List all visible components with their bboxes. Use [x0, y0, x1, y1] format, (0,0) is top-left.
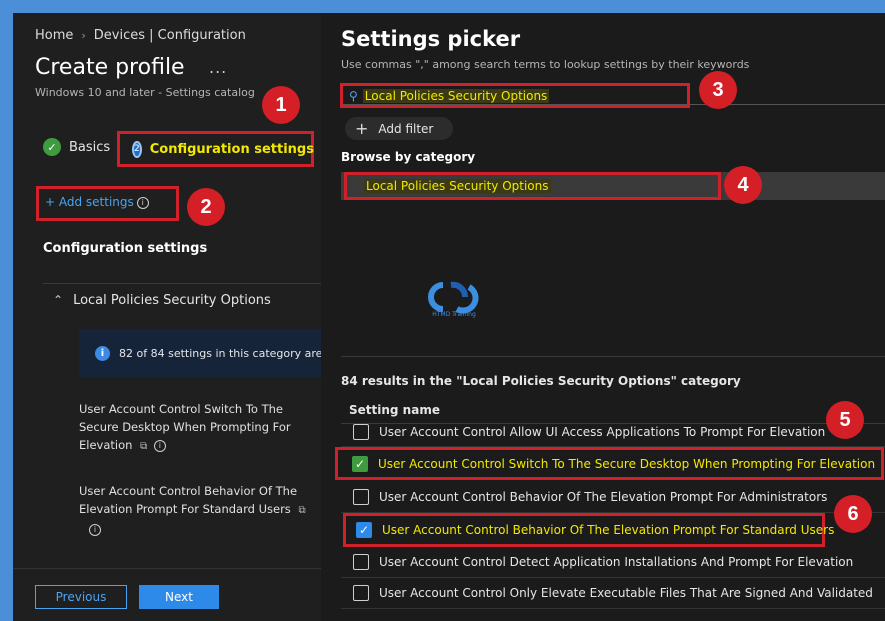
tab-basics[interactable]: ✓ Basics [43, 138, 110, 156]
breadcrumb: Home › Devices | Configuration [35, 28, 246, 43]
category-item-label: Local Policies Security Options [364, 179, 551, 193]
category-item-local-policies-security-options[interactable]: Local Policies Security Options [344, 172, 721, 200]
category-accordion[interactable]: ⌃ Local Policies Security Options [53, 293, 271, 308]
tab-configuration-settings[interactable]: 2 Configuration settings [117, 131, 314, 167]
search-input-value: Local Policies Security Options [362, 88, 550, 103]
configured-setting-label: User Account Control Behavior Of The Ele… [79, 484, 298, 516]
page-subtitle: Windows 10 and later - Settings catalog [35, 86, 255, 99]
setting-row[interactable]: User Account Control Allow UI Access App… [341, 417, 885, 447]
setting-row-label: User Account Control Behavior Of The Ele… [382, 523, 835, 537]
configured-setting-label: User Account Control Switch To The Secur… [79, 402, 291, 452]
configured-setting-item: User Account Control Switch To The Secur… [79, 400, 314, 456]
next-button[interactable]: Next [139, 585, 219, 609]
settings-picker-description: Use commas "," among search terms to loo… [341, 58, 750, 71]
setting-row-label: User Account Control Switch To The Secur… [378, 456, 876, 471]
checkbox-checked-icon[interactable]: ✓ [352, 455, 368, 472]
chevron-right-icon: › [81, 29, 86, 42]
add-filter-label: Add filter [378, 121, 434, 136]
divider [43, 283, 321, 284]
breadcrumb-devices-configuration[interactable]: Devices | Configuration [94, 28, 246, 43]
category-accordion-label: Local Policies Security Options [73, 293, 271, 308]
setting-row[interactable]: User Account Control Only Elevate Execut… [341, 578, 885, 609]
checkbox-unchecked-icon[interactable] [353, 585, 369, 601]
setting-row-label: User Account Control Detect Application … [379, 555, 854, 569]
checkbox-unchecked-icon[interactable] [353, 423, 369, 440]
annotation-badge-2: 2 [187, 188, 225, 226]
add-filter-button[interactable]: + Add filter [345, 117, 453, 140]
previous-button[interactable]: Previous [35, 585, 127, 609]
search-input[interactable]: ⚲ Local Policies Security Options [340, 83, 690, 108]
info-message-text: 82 of 84 settings in this category are n… [119, 346, 321, 360]
browse-by-category-label: Browse by category [341, 150, 476, 164]
annotation-badge-1: 1 [262, 86, 300, 124]
checkbox-checked-icon[interactable]: ✓ [356, 522, 372, 538]
setting-row[interactable]: ✓ User Account Control Behavior Of The E… [343, 513, 834, 547]
plus-icon: + [355, 118, 369, 138]
page-title: Create profile [35, 55, 185, 80]
configured-setting-item: User Account Control Behavior Of The Ele… [79, 482, 314, 538]
info-icon[interactable]: i [136, 196, 149, 209]
step-number-icon: 2 [132, 140, 142, 158]
setting-row[interactable]: ✓ User Account Control Switch To The Sec… [335, 447, 884, 480]
annotation-badge-3: 3 [699, 71, 737, 109]
annotation-badge-6: 6 [834, 495, 872, 533]
annotation-badge-4: 4 [724, 166, 762, 204]
setting-row-label: User Account Control Behavior Of The Ele… [379, 490, 828, 504]
column-header-setting-name[interactable]: Setting name [349, 403, 440, 417]
settings-picker-title: Settings picker [341, 27, 521, 51]
divider [341, 356, 885, 357]
copy-icon[interactable]: ⧉ [298, 502, 305, 520]
search-icon: ⚲ [349, 88, 358, 103]
tab-configuration-settings-label: Configuration settings [149, 141, 314, 157]
info-icon[interactable]: i [153, 439, 166, 452]
more-options-icon[interactable]: ... [209, 58, 227, 77]
setting-row-label: User Account Control Only Elevate Execut… [379, 586, 873, 600]
info-icon[interactable]: i [89, 523, 101, 536]
checkbox-unchecked-icon[interactable] [353, 554, 369, 570]
logo-caption: HTMD Training [432, 311, 476, 318]
copy-icon[interactable]: ⧉ [140, 438, 147, 456]
setting-row[interactable]: User Account Control Behavior Of The Ele… [341, 482, 885, 513]
breadcrumb-home[interactable]: Home [35, 28, 73, 43]
configuration-settings-heading: Configuration settings [43, 241, 208, 256]
divider [13, 568, 321, 569]
add-settings-link[interactable]: + Add settings i [36, 186, 179, 221]
results-count-label: 84 results in the "Local Policies Securi… [341, 374, 741, 388]
setting-row-label: User Account Control Allow UI Access App… [379, 424, 826, 439]
window: Home › Devices | Configuration Create prof… [13, 13, 885, 621]
info-circle-icon: i [95, 345, 110, 361]
setting-row[interactable]: User Account Control Detect Application … [341, 547, 885, 578]
chevron-up-icon: ⌃ [53, 293, 64, 307]
checkbox-unchecked-icon[interactable] [353, 489, 369, 505]
tab-basics-label: Basics [69, 139, 111, 155]
settings-picker-pane: Settings picker Use commas "," among sea… [321, 13, 885, 621]
add-settings-label: + Add settings [45, 195, 134, 209]
info-message-bar: i 82 of 84 settings in this category are… [79, 329, 321, 377]
checkmark-icon: ✓ [43, 138, 61, 156]
annotation-badge-5: 5 [826, 401, 864, 439]
